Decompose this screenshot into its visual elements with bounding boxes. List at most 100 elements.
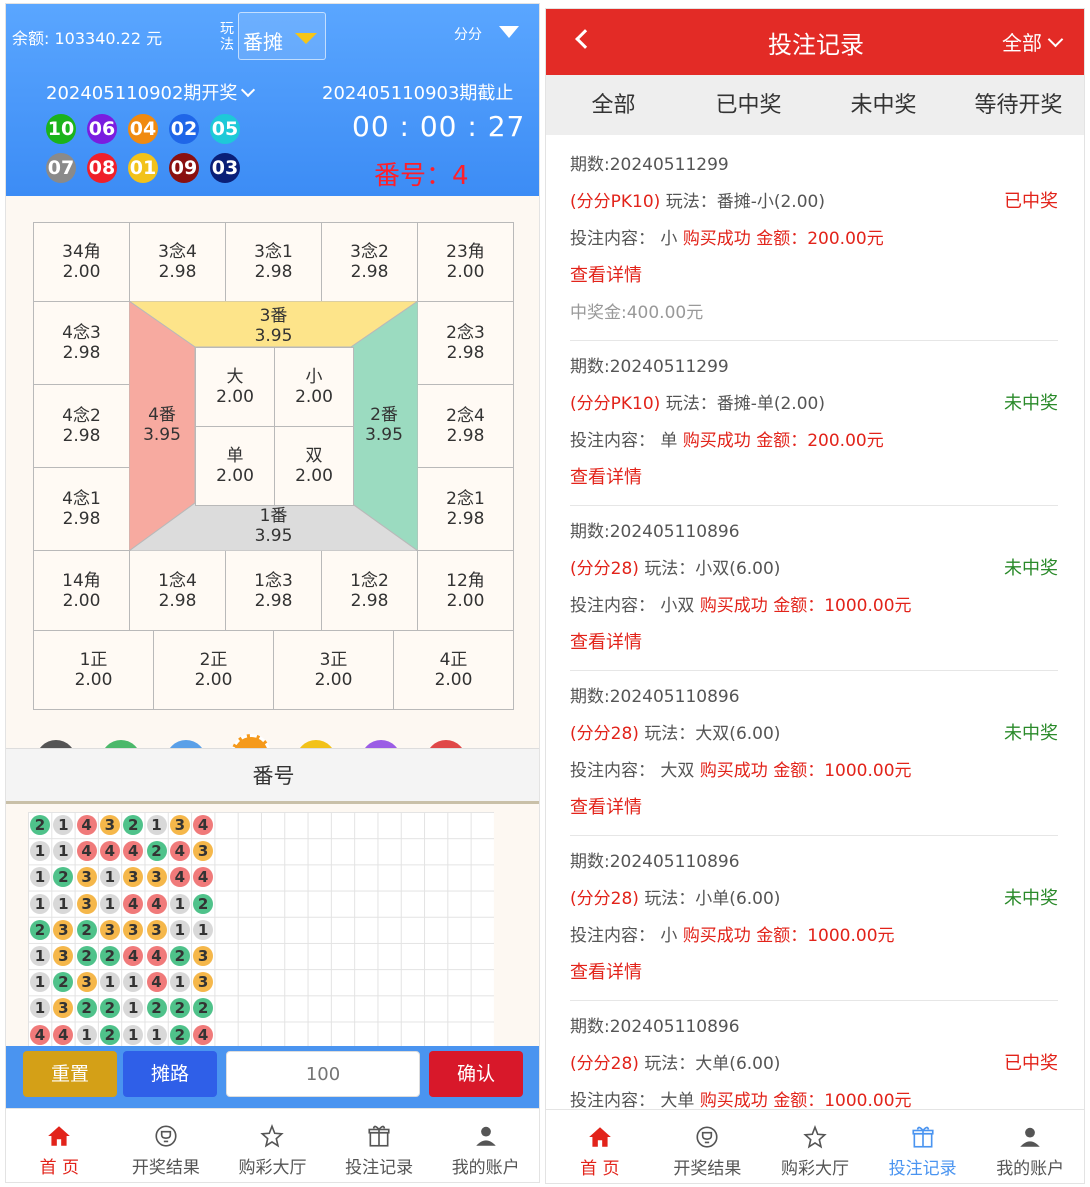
records-header: 投注记录 全部 [546, 9, 1084, 75]
bet-odds: 2.98 [158, 590, 197, 611]
filter-tab[interactable]: 等待开奖 [951, 87, 1084, 119]
result-ball: 10 [46, 114, 76, 144]
bet-cell[interactable]: 1念2 2.98 [321, 550, 418, 631]
bet-cell-inner[interactable]: 单 2.00 [195, 426, 275, 506]
draw-period-select[interactable]: 202405110902期开奖 [46, 79, 256, 105]
bet-cell[interactable]: 1念4 2.98 [129, 550, 226, 631]
reset-button[interactable]: 重置 [23, 1051, 117, 1097]
record-game-line: (分分PK10) 玩法：番摊-小(2.00) 已中奖 [570, 191, 1058, 213]
bet-name: 1番 [259, 506, 288, 526]
bet-cell-inner[interactable]: 小 2.00 [274, 347, 354, 427]
bet-odds: 2.98 [446, 343, 485, 363]
view-detail-link[interactable]: 查看详情 [570, 265, 642, 286]
road-ball: 2 [76, 946, 97, 966]
record-detail-row: 查看详情 [570, 798, 1058, 818]
result-balls-row: 10 06 04 02 05 [46, 114, 251, 144]
bet-cell[interactable]: 12角 2.00 [417, 550, 514, 631]
bet-cell[interactable]: 2念3 2.98 [417, 301, 514, 385]
bet-cell[interactable]: 3念4 2.98 [129, 222, 226, 302]
bet-records-screen: 投注记录 全部 全部 已中奖 未中奖 等待开奖 期数:20240511299 (分分PK… [545, 8, 1085, 1184]
road-button[interactable]: 摊路 [123, 1051, 217, 1097]
road-ball: 1 [169, 919, 190, 940]
record-period: 期数:202405110896 [570, 687, 740, 707]
bet-name: 2番 [370, 405, 398, 425]
road-ball: 2 [146, 998, 167, 1019]
road-ball: 3 [193, 841, 214, 862]
tab-star[interactable]: 购彩大厅 [219, 1109, 326, 1182]
bet-cell[interactable]: 4念1 2.98 [33, 467, 130, 551]
tab-home[interactable]: 首 页 [6, 1109, 113, 1182]
mode-select[interactable]: 分分 [454, 24, 482, 44]
tab-trophy[interactable]: 开奖结果 [113, 1109, 220, 1182]
road-ball: 2 [99, 1024, 120, 1045]
record-play: 玩法：番摊-单(2.00) [665, 394, 825, 414]
chevron-down-icon [1047, 31, 1064, 48]
bet-cell[interactable]: 1念3 2.98 [225, 550, 322, 631]
record-content-line: 投注内容： 小 购买成功 金额：200.00元 [570, 229, 1058, 249]
result-ball: 03 [210, 153, 240, 183]
road-ball: 4 [193, 815, 214, 835]
road-ball: 2 [193, 893, 214, 914]
result-balls-row: 07 08 01 09 03 [46, 153, 251, 183]
filter-tab[interactable]: 未中奖 [816, 87, 951, 119]
tab-gift[interactable]: 投注记录 [869, 1110, 977, 1183]
confirm-button[interactable]: 确认 [429, 1051, 523, 1097]
road-ball: 4 [30, 1024, 50, 1045]
view-detail-link[interactable]: 查看详情 [570, 632, 642, 653]
road-ball: 2 [169, 998, 190, 1019]
road-ball: 1 [99, 867, 120, 888]
tab-user[interactable]: 我的账户 [976, 1110, 1084, 1183]
drawn-number: 番号：4 [374, 161, 469, 191]
record-period: 期数:202405110896 [570, 1017, 740, 1037]
tab-user[interactable]: 我的账户 [432, 1109, 539, 1182]
bet-cell[interactable]: 14角 2.00 [33, 550, 130, 631]
record-status: 已中奖 [1004, 191, 1058, 212]
play-select-value: 番摊 [243, 30, 283, 54]
bet-cell[interactable]: 3正 2.00 [273, 630, 394, 710]
record-amount: 购买成功 金额：200.00元 [682, 229, 884, 249]
bet-odds: 3.95 [365, 425, 403, 445]
tab-label: 购彩大厅 [780, 1159, 849, 1179]
road-ball: 2 [99, 946, 120, 966]
result-ball: 08 [87, 153, 117, 183]
bet-cell[interactable]: 2念4 2.98 [417, 384, 514, 468]
amount-input[interactable] [226, 1051, 420, 1097]
bet-name: 4念2 [62, 406, 101, 426]
bet-name: 2念3 [446, 323, 485, 343]
view-detail-link[interactable]: 查看详情 [570, 797, 642, 818]
bet-cell[interactable]: 23角 2.00 [417, 222, 514, 302]
bet-cell[interactable]: 4念3 2.98 [33, 301, 130, 385]
play-select[interactable]: 番摊 [238, 12, 326, 60]
filter-dropdown[interactable]: 全部 [1002, 27, 1064, 56]
filter-tab[interactable]: 全部 [546, 87, 681, 119]
record-content-line: 投注内容： 小 购买成功 金额：1000.00元 [570, 926, 1058, 946]
road-ball: 1 [146, 815, 167, 835]
bet-cell-inner[interactable]: 双 2.00 [274, 426, 354, 506]
bottom-tab-bar: 首 页 开奖结果 购彩大厅 投注记录 我的账户 [6, 1108, 539, 1182]
road-ball: 1 [53, 815, 74, 835]
dropdown-triangle-icon[interactable] [499, 26, 519, 38]
bet-cell[interactable]: 4念2 2.98 [33, 384, 130, 468]
tab-trophy[interactable]: 开奖结果 [654, 1110, 762, 1183]
record-period: 期数:20240511299 [570, 357, 729, 377]
bet-cell[interactable]: 2正 2.00 [153, 630, 274, 710]
bet-cell[interactable]: 3念1 2.98 [225, 222, 322, 302]
tab-gift[interactable]: 投注记录 [326, 1109, 433, 1182]
view-detail-link[interactable]: 查看详情 [570, 467, 642, 488]
bet-cell-inner[interactable]: 大 2.00 [195, 347, 275, 427]
record-period: 期数:202405110896 [570, 852, 740, 872]
bet-cell[interactable]: 1正 2.00 [33, 630, 154, 710]
view-detail-link[interactable]: 查看详情 [570, 962, 642, 983]
tab-home[interactable]: 首 页 [546, 1110, 654, 1183]
bet-cell[interactable]: 4正 2.00 [393, 630, 514, 710]
filter-tab[interactable]: 已中奖 [681, 87, 816, 119]
bet-cell[interactable]: 2念1 2.98 [417, 467, 514, 551]
record-amount: 购买成功 金额：1000.00元 [682, 926, 895, 946]
bet-cell[interactable]: 3念2 2.98 [321, 222, 418, 302]
bet-name: 3正 [319, 650, 348, 670]
tab-star[interactable]: 购彩大厅 [761, 1110, 869, 1183]
record-game-line: (分分28) 玩法：小单(6.00) 未中奖 [570, 889, 1058, 910]
bet-cell[interactable]: 34角 2.00 [33, 222, 130, 302]
road-ball: 4 [146, 946, 167, 966]
road-ball: 4 [76, 841, 97, 862]
